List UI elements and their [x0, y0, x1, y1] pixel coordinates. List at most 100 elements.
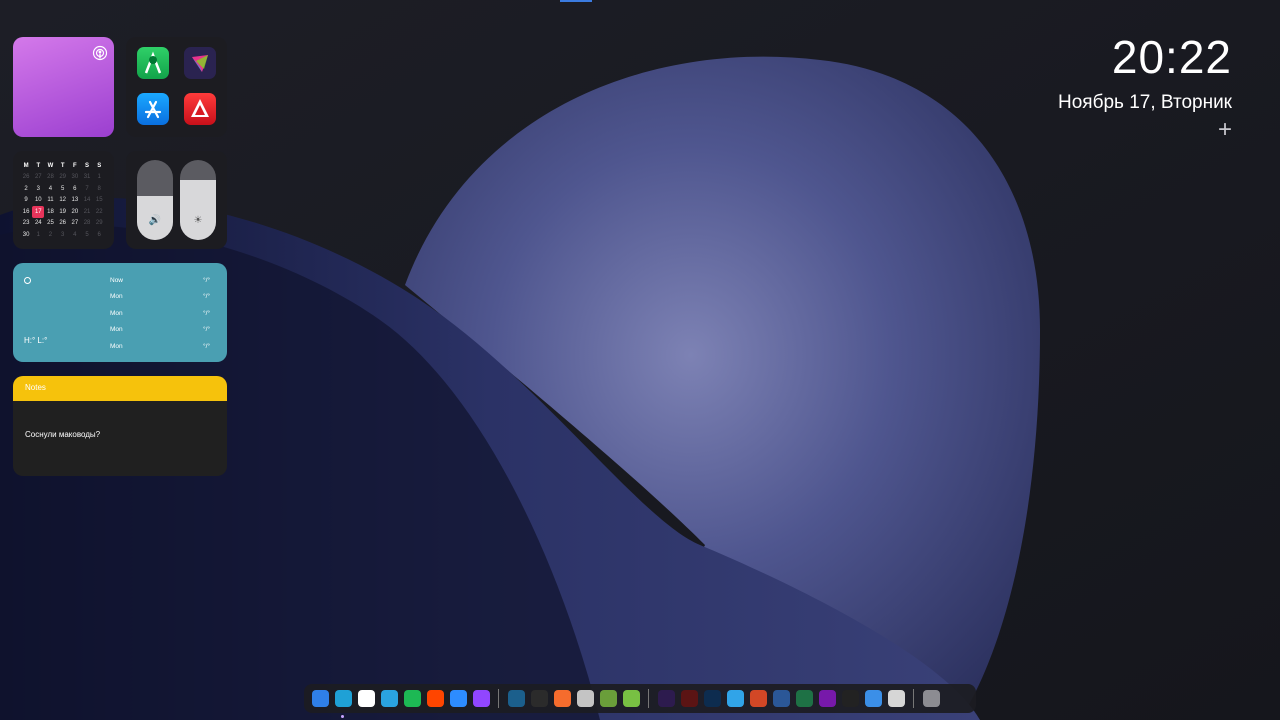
trash-icon[interactable] — [888, 690, 905, 707]
calendar-widget[interactable]: M T W T F S S 26 27 28 29 30 31 1 2 3 4 … — [13, 151, 114, 249]
apps-widget — [126, 37, 227, 137]
forecast-day: Mon — [110, 326, 123, 333]
weather-widget[interactable]: H:° L:° Now °/° Mon °/° Mon °/° Mon °/° … — [13, 263, 227, 362]
spotify-icon[interactable] — [404, 690, 421, 707]
podcasts-widget[interactable] — [13, 37, 114, 137]
calendar-day: 30 — [22, 231, 30, 238]
excel-icon[interactable] — [796, 690, 813, 707]
calendar-day: 6 — [97, 231, 101, 238]
notes-title: Notes — [25, 383, 46, 392]
calendar-grid: M T W T F S S 26 27 28 29 30 31 1 2 3 4 … — [20, 160, 105, 241]
calendar-day: 26 — [59, 220, 66, 227]
telegram-icon[interactable] — [381, 690, 398, 707]
top-accent-bar — [560, 0, 592, 2]
weekday-label: M — [23, 162, 29, 169]
forecast-day: Now — [110, 277, 124, 284]
calendar-day: 27 — [34, 174, 42, 181]
calendar-day: 14 — [83, 197, 91, 204]
calendar-day: 11 — [47, 197, 54, 204]
running-indicator — [341, 715, 344, 718]
forecast-row: Mon °/° — [110, 343, 210, 353]
after-effects-icon[interactable] — [658, 690, 675, 707]
dock-separator — [913, 689, 914, 708]
calendar-day: 23 — [22, 220, 30, 227]
settings-icon[interactable] — [923, 690, 940, 707]
android-studio-icon[interactable] — [137, 47, 169, 79]
forecast-row: Mon °/° — [110, 326, 210, 336]
calendar-day: 24 — [34, 220, 42, 227]
notes-widget[interactable]: Notes Соснули маководы? — [13, 376, 227, 476]
steam-icon[interactable] — [508, 690, 525, 707]
calendar-today: 17 — [32, 206, 45, 218]
photoshop-icon[interactable] — [704, 690, 721, 707]
calendar-day: 4 — [73, 231, 77, 238]
undo-app-icon[interactable] — [842, 690, 859, 707]
calendar-day: 8 — [97, 185, 101, 192]
brightness-slider-fill — [180, 180, 216, 240]
utorrent-icon[interactable] — [623, 690, 640, 707]
vpn-shield-icon[interactable] — [865, 690, 882, 707]
calendar-day: 3 — [60, 231, 65, 238]
calendar-day: 5 — [85, 231, 89, 238]
calendar-day: 18 — [47, 208, 54, 215]
finder-icon[interactable] — [312, 690, 329, 707]
calendar-day: 15 — [95, 197, 103, 204]
clock-time: 20:22 — [1111, 31, 1232, 83]
epic-games-icon[interactable] — [531, 690, 548, 707]
app-store-icon[interactable] — [137, 93, 169, 125]
zoom-icon[interactable] — [450, 690, 467, 707]
calendar-day: 26 — [22, 174, 30, 181]
onedrive-icon[interactable] — [358, 690, 375, 707]
controls-widget: 🔊 ☀ — [126, 151, 227, 249]
powerpoint-icon[interactable] — [750, 690, 767, 707]
calendar-day: 2 — [48, 231, 53, 238]
location-icon — [24, 277, 31, 284]
dock-separator — [648, 689, 649, 708]
tools-icon[interactable] — [577, 690, 594, 707]
calendar-day: 31 — [83, 174, 91, 181]
calendar-day: 13 — [71, 197, 79, 204]
brightness-slider[interactable]: ☀ — [180, 160, 216, 240]
add-widget-button[interactable]: + — [1218, 118, 1232, 142]
weekday-label: F — [73, 162, 77, 169]
affinity-designer-icon[interactable] — [727, 690, 744, 707]
weekday-label: T — [60, 162, 65, 169]
origin-icon[interactable] — [554, 690, 571, 707]
notes-header: Notes — [13, 376, 227, 401]
vivaldi-like-red-icon[interactable] — [184, 93, 216, 125]
twitch-icon[interactable] — [473, 690, 490, 707]
word-icon[interactable] — [773, 690, 790, 707]
affinity-icon[interactable] — [184, 47, 216, 79]
forecast-temp: °/° — [202, 326, 210, 333]
calendar-day: 2 — [24, 185, 28, 192]
calendar-day: 1 — [36, 231, 40, 238]
podcast-icon — [92, 45, 108, 61]
dock-separator — [498, 689, 499, 708]
forecast-temp: °/° — [202, 277, 210, 284]
calendar-day: 28 — [83, 220, 91, 227]
calendar-day: 12 — [59, 197, 66, 204]
forecast-day: Mon — [110, 343, 123, 350]
calendar-day: 5 — [60, 185, 65, 192]
volume-slider[interactable]: 🔊 — [137, 160, 173, 240]
edge-icon[interactable] — [335, 690, 352, 707]
forecast-temp: °/° — [202, 343, 210, 350]
forecast-temp: °/° — [202, 310, 210, 317]
reddit-icon[interactable] — [427, 690, 444, 707]
calendar-day: 22 — [95, 208, 103, 215]
minecraft-icon[interactable] — [600, 690, 617, 707]
calendar-day: 6 — [73, 185, 77, 192]
calendar-day: 29 — [59, 174, 66, 181]
weekday-label: S — [85, 162, 90, 169]
weekday-label: W — [47, 162, 54, 169]
calendar-day: 9 — [24, 197, 28, 204]
onenote-icon[interactable] — [819, 690, 836, 707]
calendar-day: 20 — [71, 208, 79, 215]
calendar-day: 25 — [47, 220, 54, 227]
calendar-day: 19 — [59, 208, 66, 215]
forecast-row: Mon °/° — [110, 293, 210, 303]
calendar-day: 29 — [95, 220, 103, 227]
animate-icon[interactable] — [681, 690, 698, 707]
calendar-day: 1 — [97, 174, 101, 181]
clock-date: Ноябрь 17, Вторник — [1058, 92, 1232, 113]
